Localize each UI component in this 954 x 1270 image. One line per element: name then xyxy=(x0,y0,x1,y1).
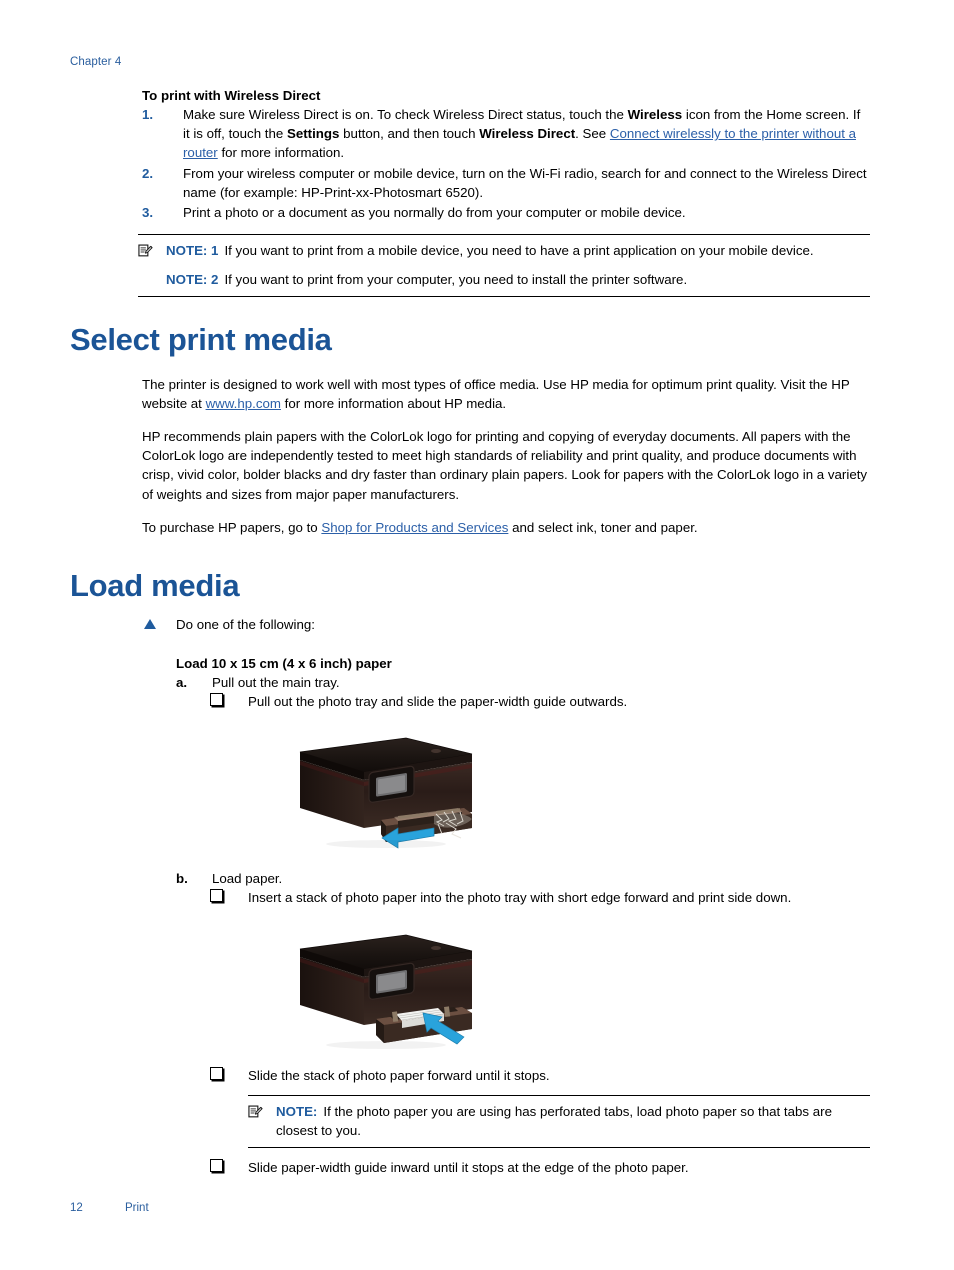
footer-section: Print xyxy=(125,1202,149,1214)
note-box-wireless-direct: NOTE: 1 If you want to print from a mobil… xyxy=(138,234,870,297)
note-row: NOTE: If the photo paper you are using ha… xyxy=(248,1102,870,1140)
bullet-text: Insert a stack of photo paper into the p… xyxy=(248,889,792,905)
note-label: NOTE: 1 xyxy=(166,243,219,259)
shop-products-services-link[interactable]: Shop for Products and Services xyxy=(321,520,508,535)
select-print-media-body: The printer is designed to work well wit… xyxy=(142,375,870,537)
list-item: b. Load paper. xyxy=(176,869,870,888)
step-text: Print a photo or a document as you norma… xyxy=(183,205,686,221)
substep-text: Load paper. xyxy=(212,870,283,886)
printer-insert-photo-paper-illustration xyxy=(299,934,473,1050)
note-text: If you want to print from your computer,… xyxy=(224,272,688,288)
step-text: From your wireless computer or mobile de… xyxy=(183,165,867,200)
figure-container xyxy=(176,921,870,1056)
square-bullet-icon xyxy=(210,888,223,902)
list-item: 2. From your wireless computer or mobile… xyxy=(142,164,870,202)
wireless-direct-section: To print with Wireless Direct 1. Make su… xyxy=(142,88,870,222)
step-text-bold: Settings xyxy=(286,126,340,142)
substep-marker: a. xyxy=(176,675,188,691)
list-item: Insert a stack of photo paper into the p… xyxy=(210,888,870,907)
paragraph: To purchase HP papers, go to Shop for Pr… xyxy=(142,518,870,537)
square-bullet-icon xyxy=(210,693,223,707)
note-pencil-icon xyxy=(248,1104,263,1119)
list-item: Slide the stack of photo paper forward u… xyxy=(210,1066,870,1085)
step-text-bold: Wireless Direct xyxy=(479,126,576,142)
step-text: Make sure Wireless Direct is on. To chec… xyxy=(183,107,860,160)
load-media-substeps-a: a. Pull out the main tray. xyxy=(176,673,870,692)
footer-page-number: 12 xyxy=(70,1202,83,1214)
load-media-bullets-after: Slide the stack of photo paper forward u… xyxy=(210,1066,870,1085)
hp-website-link[interactable]: www.hp.com xyxy=(206,396,281,411)
do-one-of-the-following-text: Do one of the following: xyxy=(176,617,315,633)
printer-pull-out-photo-tray-illustration xyxy=(299,737,473,849)
figure-container xyxy=(176,724,870,859)
step-marker: 3. xyxy=(142,205,154,221)
paragraph: The printer is designed to work well wit… xyxy=(142,375,870,413)
note-text: If the photo paper you are using has per… xyxy=(276,1104,832,1139)
note-text: If you want to print from a mobile devic… xyxy=(224,243,814,259)
step-text-run: for more information. xyxy=(217,145,345,161)
do-one-of-the-following-item: Do one of the following: xyxy=(142,615,870,634)
note-label: NOTE: xyxy=(276,1104,318,1120)
note-pencil-icon xyxy=(138,243,153,258)
substep-text: Pull out the main tray. xyxy=(212,675,340,691)
list-item: 3. Print a photo or a document as you no… xyxy=(142,203,870,222)
step-text-run: Make sure Wireless Direct is on. To chec… xyxy=(183,107,628,122)
load-media-bullets-a: Pull out the photo tray and slide the pa… xyxy=(210,692,870,711)
page-content: To print with Wireless Direct 1. Make su… xyxy=(70,88,870,1177)
paragraph-run: To purchase HP papers, go to xyxy=(142,519,322,535)
wireless-direct-title: To print with Wireless Direct xyxy=(142,88,321,103)
load-media-substeps-b: b. Load paper. xyxy=(176,869,870,888)
step-text-run: button, and then touch xyxy=(339,126,480,142)
load-media-body: Do one of the following: Load 10 x 15 cm… xyxy=(142,615,870,1177)
note-box-perforated-tabs: NOTE: If the photo paper you are using ha… xyxy=(248,1095,870,1148)
step-text-run: . See xyxy=(575,126,610,142)
list-item: a. Pull out the main tray. xyxy=(176,673,870,692)
load-4x6-title: Load 10 x 15 cm (4 x 6 inch) paper xyxy=(176,656,392,672)
paragraph-run: for more information about HP media. xyxy=(280,395,507,411)
note-row: NOTE: 2 If you want to print from your co… xyxy=(138,270,870,289)
load-media-bullets-b: Insert a stack of photo paper into the p… xyxy=(210,888,870,907)
substep-marker: b. xyxy=(176,870,188,886)
chapter-header: Chapter 4 xyxy=(70,56,122,68)
list-item: Slide paper-width guide inward until it … xyxy=(210,1158,870,1177)
note-row: NOTE: 1 If you want to print from a mobil… xyxy=(138,241,870,260)
page-footer: 12 Print xyxy=(70,1202,149,1214)
wireless-direct-steps: 1. Make sure Wireless Direct is on. To c… xyxy=(142,105,870,222)
note-label: NOTE: 2 xyxy=(166,272,219,288)
list-item: 1. Make sure Wireless Direct is on. To c… xyxy=(142,105,870,163)
step-marker: 1. xyxy=(142,107,154,122)
bullet-text: Pull out the photo tray and slide the pa… xyxy=(248,694,628,710)
document-page: Chapter 4 To print with Wireless Direct … xyxy=(0,0,954,1270)
step-marker: 2. xyxy=(142,165,154,181)
bullet-text: Slide the stack of photo paper forward u… xyxy=(248,1068,550,1084)
bullet-text: Slide paper-width guide inward until it … xyxy=(248,1159,689,1175)
square-bullet-icon xyxy=(210,1067,223,1081)
paragraph-run: and select ink, toner and paper. xyxy=(508,519,698,535)
page-title-select-print-media: Select print media xyxy=(70,321,332,357)
load-4x6-subsection: Load 10 x 15 cm (4 x 6 inch) paper a. Pu… xyxy=(176,656,870,1177)
step-text-bold: Wireless xyxy=(627,107,683,122)
list-item: Pull out the photo tray and slide the pa… xyxy=(210,692,870,711)
page-title-load-media: Load media xyxy=(70,568,240,604)
load-media-bullets-last: Slide paper-width guide inward until it … xyxy=(210,1158,870,1177)
triangle-bullet-icon xyxy=(144,619,156,630)
paragraph: HP recommends plain papers with the Colo… xyxy=(142,429,868,502)
square-bullet-icon xyxy=(210,1158,223,1172)
